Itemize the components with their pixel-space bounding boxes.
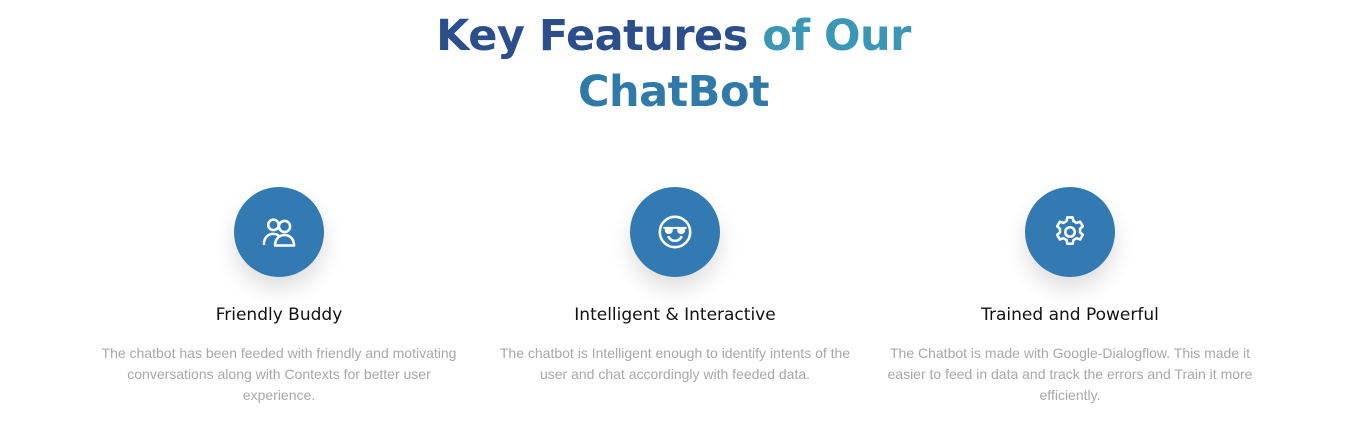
- feature-icon-circle: [630, 187, 720, 277]
- users-icon: [262, 218, 296, 247]
- heading-line-1: Key Features of Our: [0, 8, 1347, 64]
- feature-title: Trained and Powerful: [981, 305, 1159, 325]
- feature-title: Friendly Buddy: [215, 305, 343, 325]
- feature-icon-circle: [234, 187, 324, 277]
- heading-part-of-our: of Our: [762, 11, 911, 61]
- feature-description: The chatbot is Intelligent enough to ide…: [499, 345, 851, 382]
- feature-card-friendly-buddy: Friendly Buddy The chatbot has been feed…: [89, 187, 469, 406]
- features-row: Friendly Buddy The chatbot has been feed…: [0, 187, 1347, 427]
- section-heading: Key Features of Our ChatBot: [0, 8, 1347, 120]
- heading-part-chatbot: ChatBot: [577, 67, 770, 117]
- heading-part-key-features: Key Features: [436, 11, 748, 61]
- feature-card-trained-powerful: Trained and Powerful The Chatbot is made…: [880, 187, 1260, 406]
- feature-description: The chatbot has been feeded with friendl…: [101, 345, 457, 403]
- feature-card-intelligent-interactive: Intelligent & Interactive The chatbot is…: [485, 187, 865, 385]
- gear-icon: [1055, 216, 1085, 245]
- feature-description: The Chatbot is made with Google-Dialogfl…: [887, 345, 1253, 403]
- smiley-sunglasses-icon: [658, 215, 692, 249]
- feature-title: Intelligent & Interactive: [574, 305, 776, 325]
- feature-icon-circle: [1025, 187, 1115, 277]
- key-features-section: Key Features of Our ChatBot Friendly Bud…: [0, 0, 1347, 437]
